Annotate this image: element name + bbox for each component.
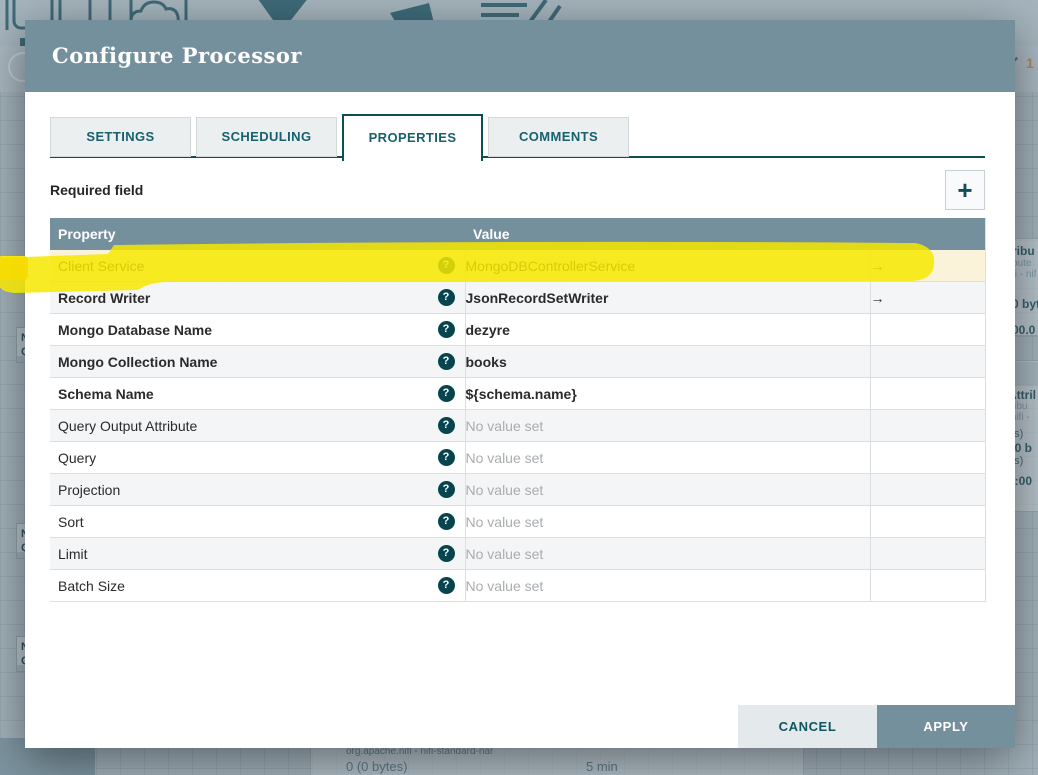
property-value-cell[interactable]: No value set xyxy=(464,505,870,538)
property-name-cell[interactable]: Mongo Database Name? xyxy=(50,313,465,346)
help-icon[interactable]: ? xyxy=(437,321,455,338)
property-name: Mongo Database Name xyxy=(58,321,213,338)
background-text-fragment: ribu xyxy=(1012,244,1035,258)
screen: ⟳ 1 ribubutefi - nif)0 byt)00.0 Attriltr… xyxy=(0,0,1038,775)
background-text-fragment: 0 byt xyxy=(1012,297,1038,311)
goto-column-header xyxy=(870,218,985,250)
go-to-service-icon[interactable]: → xyxy=(871,258,885,274)
properties-table: Property Value Client Service? MongoDBCon… xyxy=(50,218,986,602)
property-name: Query xyxy=(58,449,97,466)
goto-cell-empty xyxy=(869,473,985,506)
help-icon[interactable]: ? xyxy=(437,417,455,434)
property-row[interactable]: Mongo Collection Name? books xyxy=(50,345,985,378)
help-icon[interactable]: ? xyxy=(437,353,455,370)
status-count: 1 xyxy=(1026,55,1034,71)
help-icon[interactable]: ? xyxy=(437,577,455,594)
goto-cell[interactable]: → xyxy=(869,281,985,314)
property-name: Sort xyxy=(58,513,84,530)
tab-comments[interactable]: COMMENTS xyxy=(488,117,629,157)
property-value-cell[interactable]: No value set xyxy=(464,537,870,570)
processor-stat-text: 5 min xyxy=(586,759,618,774)
property-row[interactable]: Projection? No value set xyxy=(50,473,985,506)
property-row[interactable]: Query Output Attribute? No value set xyxy=(50,409,985,442)
property-name-cell[interactable]: Query Output Attribute? xyxy=(50,409,465,442)
property-name: Client Service xyxy=(58,257,145,274)
property-name-cell[interactable]: Record Writer? xyxy=(50,281,465,314)
help-icon[interactable]: ? xyxy=(437,289,455,306)
help-icon[interactable]: ? xyxy=(437,481,455,498)
configure-processor-dialog: Configure Processor SETTINGS SCHEDULING PR… xyxy=(25,20,1015,748)
property-name-cell[interactable]: Schema Name? xyxy=(50,377,465,410)
help-icon[interactable]: ? xyxy=(437,257,455,274)
property-name-cell[interactable]: Sort? xyxy=(50,505,465,538)
property-name-cell[interactable]: Client Service? xyxy=(50,250,465,282)
property-name: Batch Size xyxy=(58,577,125,594)
goto-cell-empty xyxy=(869,409,985,442)
property-row[interactable]: Limit? No value set xyxy=(50,537,985,570)
goto-cell-empty xyxy=(869,537,985,570)
property-row[interactable]: Client Service? MongoDBControllerService → xyxy=(50,250,985,282)
apply-button[interactable]: APPLY xyxy=(877,705,1015,748)
tab-settings[interactable]: SETTINGS xyxy=(50,117,191,157)
add-property-button[interactable]: + xyxy=(945,170,985,210)
property-value-cell[interactable]: No value set xyxy=(464,473,870,506)
background-text-fragment: 00.0 xyxy=(1012,323,1036,337)
property-name: Projection xyxy=(58,481,121,498)
goto-cell-empty xyxy=(869,569,985,602)
property-name: Record Writer xyxy=(58,289,151,306)
property-row[interactable]: Query? No value set xyxy=(50,441,985,474)
property-row[interactable]: Mongo Database Name? dezyre xyxy=(50,313,985,346)
goto-cell-empty xyxy=(869,345,985,378)
go-to-service-icon[interactable]: → xyxy=(871,290,885,306)
help-icon[interactable]: ? xyxy=(437,385,455,402)
property-row[interactable]: Schema Name? ${schema.name} xyxy=(50,377,985,410)
property-name: Limit xyxy=(58,545,88,562)
property-row[interactable]: Sort? No value set xyxy=(50,505,985,538)
property-name-cell[interactable]: Query? xyxy=(50,441,465,474)
help-icon[interactable]: ? xyxy=(437,513,455,530)
property-name-cell[interactable]: Limit? xyxy=(50,537,465,570)
property-value-cell[interactable]: JsonRecordSetWriter xyxy=(464,281,870,314)
property-name: Mongo Collection Name xyxy=(58,353,218,370)
property-name: Query Output Attribute xyxy=(58,417,198,434)
required-field-label: Required field xyxy=(50,182,144,198)
property-value-cell[interactable]: dezyre xyxy=(464,313,870,346)
property-name-cell[interactable]: Batch Size? xyxy=(50,569,465,602)
goto-cell-empty xyxy=(869,313,985,346)
property-column-header: Property xyxy=(50,218,465,250)
goto-cell-empty xyxy=(869,505,985,538)
property-value-cell[interactable]: ${schema.name} xyxy=(464,377,870,410)
property-value-cell[interactable]: No value set xyxy=(464,409,870,442)
goto-cell-empty xyxy=(869,377,985,410)
tab-scheduling[interactable]: SCHEDULING xyxy=(196,117,337,157)
property-value-cell[interactable]: No value set xyxy=(464,569,870,602)
help-icon[interactable]: ? xyxy=(437,449,455,466)
property-name-cell[interactable]: Projection? xyxy=(50,473,465,506)
background-processor-box: org.apache.nifi - nifi-standard-nar 0 (0… xyxy=(310,744,804,775)
tab-properties[interactable]: PROPERTIES xyxy=(342,114,483,161)
dialog-header: Configure Processor xyxy=(25,20,1015,92)
value-column-header: Value xyxy=(465,218,870,250)
property-row[interactable]: Record Writer? JsonRecordSetWriter → xyxy=(50,281,985,314)
goto-cell-empty xyxy=(869,441,985,474)
property-row[interactable]: Batch Size? No value set xyxy=(50,569,985,602)
property-value-cell[interactable]: MongoDBControllerService xyxy=(464,250,870,282)
background-text-fragment: fi - nif xyxy=(1012,269,1037,280)
dialog-title: Configure Processor xyxy=(52,43,302,68)
cancel-button[interactable]: CANCEL xyxy=(738,705,877,748)
processor-stat-text: 0 (0 bytes) xyxy=(346,759,408,774)
table-header-row: Property Value xyxy=(50,218,985,250)
property-name-cell[interactable]: Mongo Collection Name? xyxy=(50,345,465,378)
goto-cell[interactable]: → xyxy=(869,250,985,282)
property-value-cell[interactable]: books xyxy=(464,345,870,378)
help-icon[interactable]: ? xyxy=(437,545,455,562)
property-value-cell[interactable]: No value set xyxy=(464,441,870,474)
property-name: Schema Name xyxy=(58,385,154,402)
